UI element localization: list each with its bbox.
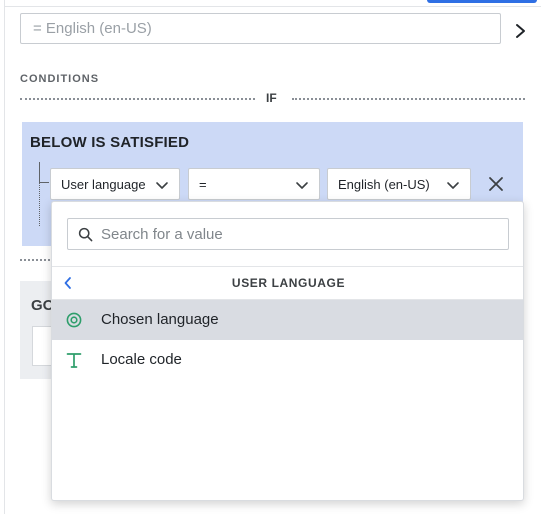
tree-connector-dotted	[39, 162, 40, 226]
if-divider-left	[20, 98, 255, 100]
text-type-icon	[66, 353, 82, 368]
chevron-right-icon[interactable]	[512, 21, 530, 41]
action-group: GO	[20, 281, 62, 379]
value-select-value: English (en-US)	[338, 176, 430, 192]
dropdown-title: USER LANGUAGE	[231, 276, 346, 290]
lower-divider	[20, 259, 50, 261]
value-display-text: = English (en-US)	[33, 20, 152, 37]
chevron-down-icon	[156, 182, 168, 189]
dropdown-option-label: Locale code	[101, 351, 182, 368]
close-icon[interactable]	[487, 175, 505, 193]
dropdown-option-label: Chosen language	[101, 311, 219, 328]
attribute-select[interactable]: User language	[50, 168, 180, 200]
if-divider-right	[292, 98, 525, 100]
conditions-section-label: CONDITIONS	[20, 73, 100, 85]
search-placeholder: Search for a value	[101, 225, 223, 243]
panel-left-border	[4, 0, 5, 514]
if-separator: IF	[20, 90, 525, 108]
value-dropdown: Search for a value USER LANGUAGE Chosen …	[51, 201, 524, 501]
dropdown-header: USER LANGUAGE	[52, 266, 523, 300]
panel-top-border	[4, 6, 541, 7]
dropdown-option-locale-code[interactable]: Locale code	[52, 340, 523, 380]
value-select[interactable]: English (en-US)	[327, 168, 471, 200]
attribute-select-value: User language	[61, 176, 146, 192]
if-label: IF	[266, 91, 277, 105]
chevron-down-icon	[447, 182, 459, 189]
condition-group-title: BELOW IS SATISFIED	[30, 134, 190, 151]
dropdown-option-chosen-language[interactable]: Chosen language	[52, 300, 523, 340]
tree-connector-tick	[39, 182, 49, 183]
operator-select[interactable]: =	[188, 168, 320, 200]
operator-select-value: =	[199, 176, 207, 192]
chevron-down-icon	[296, 182, 308, 189]
search-input[interactable]: Search for a value	[67, 218, 509, 250]
primary-button-edge[interactable]	[427, 0, 537, 3]
search-icon	[78, 227, 93, 242]
target-icon	[66, 312, 82, 328]
value-display-field[interactable]: = English (en-US)	[20, 13, 501, 44]
